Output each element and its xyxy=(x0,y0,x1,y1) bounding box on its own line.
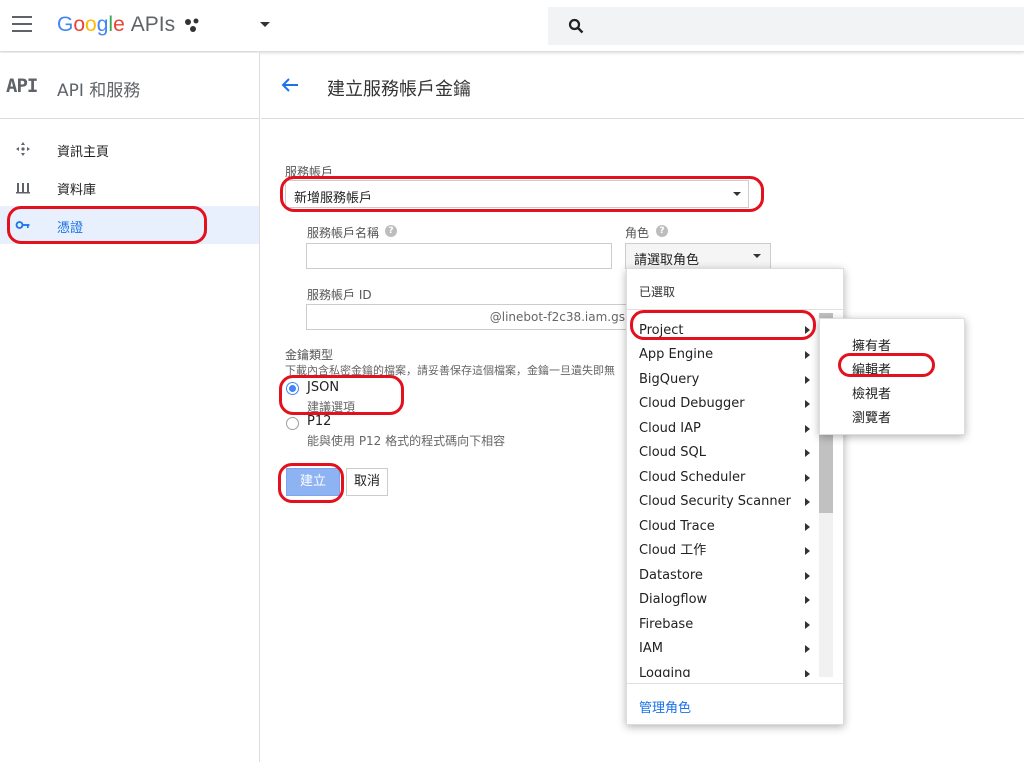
chevron-right-icon xyxy=(805,669,810,677)
chevron-right-icon xyxy=(805,596,810,604)
menu-item-bigquery[interactable]: BigQuery xyxy=(627,368,845,393)
menu-item-logging[interactable]: Logging xyxy=(627,662,845,677)
library-icon xyxy=(16,183,30,194)
cancel-button[interactable]: 取消 xyxy=(346,468,388,496)
manage-roles-link[interactable]: 管理角色 xyxy=(639,697,691,716)
service-account-name-input[interactable] xyxy=(306,243,612,269)
highlight-project xyxy=(630,310,816,340)
chevron-right-icon xyxy=(805,522,810,531)
chevron-right-icon xyxy=(805,375,810,384)
chevron-right-icon xyxy=(805,645,810,653)
chevron-down-icon xyxy=(753,254,761,258)
role-browser[interactable]: 瀏覽者 xyxy=(852,407,891,426)
role-label: 角色 xyxy=(625,226,650,240)
menu-icon[interactable] xyxy=(12,16,32,32)
sidebar-title: API 和服務 xyxy=(57,81,141,101)
menu-item-cloud-iap[interactable]: Cloud IAP xyxy=(627,417,845,442)
chevron-right-icon xyxy=(805,400,810,408)
menu-item-app-engine[interactable]: App Engine xyxy=(627,343,845,368)
service-account-id-input[interactable]: @linebot-f2c38.iam.gs xyxy=(306,304,628,330)
sidebar-item-library[interactable]: 資料庫 xyxy=(0,168,259,206)
menu-item-datastore[interactable]: Datastore xyxy=(627,564,845,589)
p12-radio[interactable] xyxy=(286,417,299,430)
google-apis-logo[interactable]: Google APIs xyxy=(57,13,175,37)
highlight-service-account xyxy=(280,176,764,212)
chevron-right-icon xyxy=(805,449,810,457)
role-category-list[interactable]: Project App Engine BigQuery Cloud Debugg… xyxy=(627,313,845,677)
highlight-create xyxy=(278,463,344,503)
menu-item-cloud-scheduler[interactable]: Cloud Scheduler xyxy=(627,466,845,491)
role-select[interactable]: 請選取角色 xyxy=(625,243,771,269)
help-icon[interactable]: ? xyxy=(656,225,668,237)
p12-option-label[interactable]: P12 xyxy=(307,414,331,429)
search-icon[interactable] xyxy=(568,18,584,34)
menu-item-cloud-debugger[interactable]: Cloud Debugger xyxy=(627,392,845,417)
search-bar[interactable] xyxy=(548,7,1024,45)
chevron-right-icon xyxy=(805,498,810,506)
divider xyxy=(627,683,845,684)
sidebar-header: API API 和服務 xyxy=(0,53,259,119)
chevron-right-icon xyxy=(805,473,810,482)
service-account-id-label: 服務帳戶 ID xyxy=(307,288,372,302)
sidebar: API API 和服務 資訊主頁 資料庫 憑證 xyxy=(0,53,260,762)
menu-item-cloud-sql[interactable]: Cloud SQL xyxy=(627,441,845,466)
menu-item-firebase[interactable]: Firebase xyxy=(627,613,845,638)
top-app-bar: Google APIs xyxy=(0,0,1024,52)
menu-item-cloud-tasks[interactable]: Cloud 工作 xyxy=(627,539,845,564)
project-icon[interactable] xyxy=(184,18,202,34)
chevron-right-icon xyxy=(805,571,810,580)
chevron-right-icon xyxy=(805,351,810,359)
api-badge: API xyxy=(6,75,38,97)
chevron-right-icon xyxy=(805,424,810,433)
chevron-right-icon xyxy=(805,547,810,555)
help-icon[interactable]: ? xyxy=(385,225,397,237)
highlight-editor xyxy=(838,353,935,377)
dashboard-icon xyxy=(16,142,30,156)
service-account-id-suffix: @linebot-f2c38.iam.gs xyxy=(489,310,625,324)
menu-item-cloud-security-scanner[interactable]: Cloud Security Scanner xyxy=(627,490,845,515)
sidebar-item-label: 資訊主頁 xyxy=(57,145,110,160)
project-dropdown-caret[interactable] xyxy=(260,22,270,27)
highlight-credentials xyxy=(7,206,207,244)
sidebar-item-label: 資料庫 xyxy=(57,183,97,198)
page-title: 建立服務帳戶金鑰 xyxy=(327,79,471,100)
role-owner[interactable]: 擁有者 xyxy=(852,335,891,354)
menu-item-iam[interactable]: IAM xyxy=(627,637,845,662)
key-type-label: 金鑰類型 xyxy=(285,348,334,362)
sidebar-item-dashboard[interactable]: 資訊主頁 xyxy=(0,130,259,168)
menu-item-cloud-trace[interactable]: Cloud Trace xyxy=(627,515,845,540)
highlight-json xyxy=(279,375,404,415)
back-arrow-icon[interactable] xyxy=(281,77,299,93)
dropdown-selected-header: 已選取 xyxy=(639,285,676,299)
p12-option-sub: 能與使用 P12 格式的程式碼向下相容 xyxy=(307,434,506,448)
chevron-right-icon xyxy=(805,620,810,629)
role-viewer[interactable]: 檢視者 xyxy=(852,383,891,402)
menu-item-dialogflow[interactable]: Dialogflow xyxy=(627,588,845,613)
page-header: 建立服務帳戶金鑰 xyxy=(261,53,1024,119)
service-account-name-label: 服務帳戶名稱 xyxy=(307,226,380,240)
